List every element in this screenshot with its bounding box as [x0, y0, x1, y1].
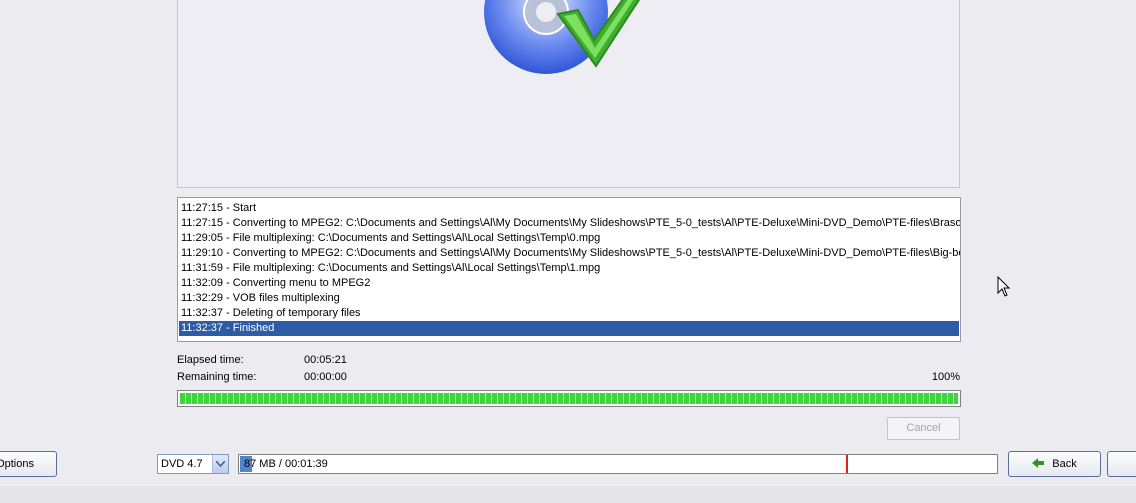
log-entry[interactable]: 11:32:37 - Deleting of temporary files: [178, 306, 960, 321]
log-entry[interactable]: 11:29:05 - File multiplexing: C:\Documen…: [178, 231, 960, 246]
back-button-label: Back: [1052, 458, 1077, 470]
dvd-checkmark-icon: [484, 0, 641, 74]
log-entry[interactable]: 11:32:09 - Converting menu to MPEG2: [178, 276, 960, 291]
capacity-marker: [846, 455, 848, 473]
elapsed-time-value: 00:05:21: [304, 354, 347, 366]
options-button[interactable]: Options: [0, 451, 57, 477]
progress-fill: [180, 393, 958, 404]
log-entry[interactable]: 11:32:29 - VOB files multiplexing: [178, 291, 960, 306]
cancel-button[interactable]: Cancel: [887, 417, 960, 440]
back-button[interactable]: Back: [1008, 451, 1101, 477]
status-bar: [0, 485, 1136, 503]
log-entry[interactable]: 11:27:15 - Start: [178, 201, 960, 216]
remaining-time-label: Remaining time:: [177, 371, 257, 383]
log-entry-selected[interactable]: 11:32:37 - Finished: [179, 321, 959, 336]
progress-percent: 100%: [931, 371, 960, 383]
remaining-time-value: 00:00:00: [304, 371, 347, 383]
disc-size-bar: 87 MB / 00:01:39: [238, 454, 998, 474]
elapsed-time-label: Elapsed time:: [177, 354, 244, 366]
disc-type-value: DVD 4.7: [161, 458, 203, 470]
progress-bar: [177, 390, 961, 407]
mouse-cursor-icon: [997, 276, 1011, 297]
log-entry[interactable]: 11:29:10 - Converting to MPEG2: C:\Docum…: [178, 246, 960, 261]
conversion-log[interactable]: 11:27:15 - Start 11:27:15 - Converting t…: [177, 197, 961, 342]
preview-area: [177, 0, 960, 188]
chevron-down-icon[interactable]: [212, 455, 228, 473]
log-entry[interactable]: 11:27:15 - Converting to MPEG2: C:\Docum…: [178, 216, 960, 231]
arrow-left-icon: [1032, 458, 1045, 468]
next-button[interactable]: [1107, 451, 1136, 477]
disc-type-select[interactable]: DVD 4.7: [157, 454, 229, 474]
log-entry[interactable]: 11:31:59 - File multiplexing: C:\Documen…: [178, 261, 960, 276]
disc-size-text: 87 MB / 00:01:39: [244, 458, 328, 470]
